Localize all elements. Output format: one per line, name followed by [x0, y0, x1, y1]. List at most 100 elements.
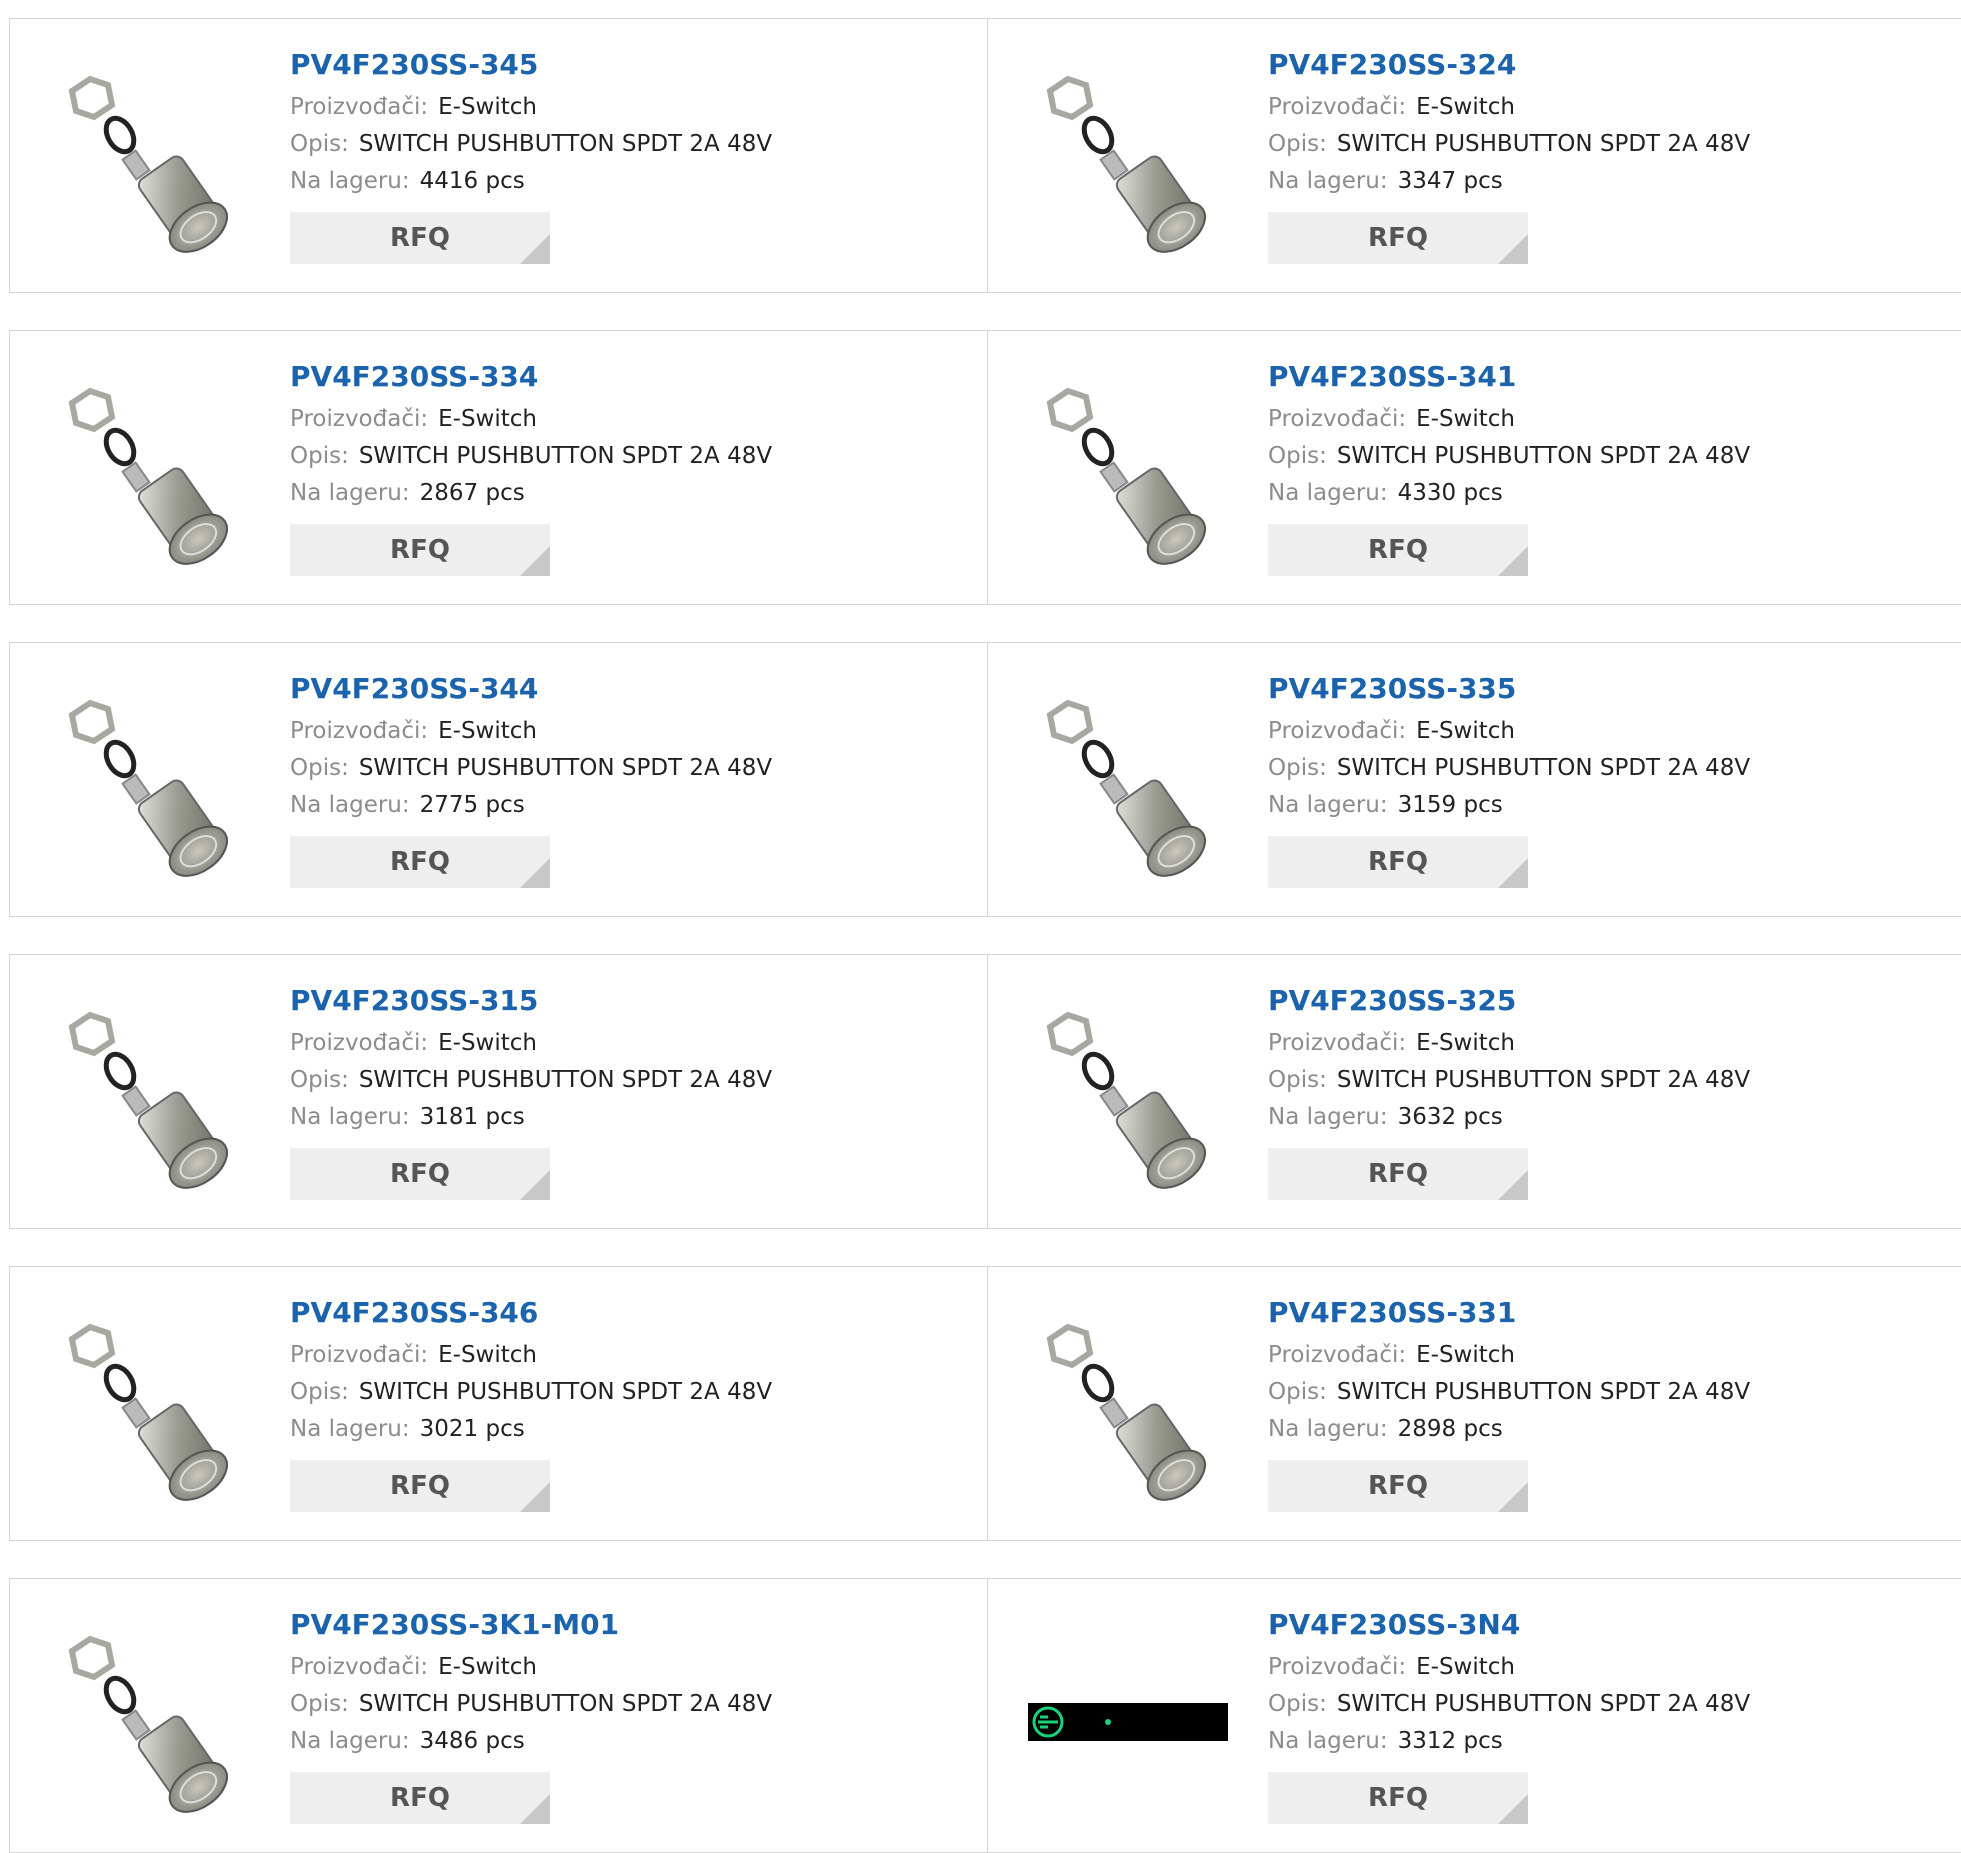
- manufacturer-label: Proizvođači:: [1268, 94, 1407, 120]
- stock-label: Na lageru:: [290, 1416, 410, 1442]
- product-card: PV4F230SS-3K1-M01 Proizvođači: E-Switch O…: [10, 1579, 988, 1852]
- description-row: Opis: SWITCH PUSHBUTTON SPDT 2A 48V: [1268, 438, 1750, 475]
- stock-label: Na lageru:: [290, 1104, 410, 1130]
- stock-value: 3312 pcs: [1397, 1728, 1503, 1754]
- rfq-button[interactable]: RFQ: [290, 836, 550, 888]
- product-info: PV4F230SS-325 Proizvođači: E-Switch Opis:…: [1268, 983, 1750, 1200]
- stock-label: Na lageru:: [1268, 1728, 1388, 1754]
- rfq-button-label: RFQ: [390, 1471, 450, 1501]
- stock-value: 4416 pcs: [419, 168, 525, 194]
- description-label: Opis:: [1268, 755, 1327, 781]
- product-title-link[interactable]: PV4F230SS-346: [290, 1295, 772, 1331]
- rfq-button-label: RFQ: [390, 535, 450, 565]
- stock-row: Na lageru: 4416 pcs: [290, 163, 772, 200]
- manufacturer-value: E-Switch: [1416, 1342, 1515, 1368]
- rfq-button[interactable]: RFQ: [1268, 1148, 1528, 1200]
- corner-triangle-icon: [1498, 1794, 1528, 1824]
- description-row: Opis: SWITCH PUSHBUTTON SPDT 2A 48V: [1268, 126, 1750, 163]
- stock-label: Na lageru:: [1268, 792, 1388, 818]
- manufacturer-value: E-Switch: [1416, 1654, 1515, 1680]
- product-title-link[interactable]: PV4F230SS-324: [1268, 47, 1750, 83]
- product-title-link[interactable]: PV4F230SS-344: [290, 671, 772, 707]
- pushbutton-switch-image[interactable]: [50, 1621, 250, 1821]
- rfq-button-label: RFQ: [1368, 535, 1428, 565]
- rfq-button[interactable]: RFQ: [1268, 836, 1528, 888]
- rfq-button[interactable]: RFQ: [290, 524, 550, 576]
- description-row: Opis: SWITCH PUSHBUTTON SPDT 2A 48V: [1268, 1062, 1750, 1099]
- rfq-button[interactable]: RFQ: [290, 1772, 550, 1824]
- description-value: SWITCH PUSHBUTTON SPDT 2A 48V: [358, 131, 773, 157]
- product-title-link[interactable]: PV4F230SS-345: [290, 47, 772, 83]
- manufacturer-label: Proizvođači:: [1268, 1342, 1407, 1368]
- product-title-link[interactable]: PV4F230SS-334: [290, 359, 772, 395]
- description-label: Opis:: [290, 1379, 349, 1405]
- product-row: PV4F230SS-345 Proizvođači: E-Switch Opis:…: [9, 18, 1961, 293]
- manufacturer-row: Proizvođači: E-Switch: [1268, 1025, 1750, 1062]
- rfq-button[interactable]: RFQ: [1268, 212, 1528, 264]
- pushbutton-switch-image[interactable]: [50, 685, 250, 885]
- manufacturer-value: E-Switch: [1416, 1030, 1515, 1056]
- manufacturer-value: E-Switch: [438, 1342, 537, 1368]
- description-label: Opis:: [1268, 131, 1327, 157]
- rfq-button[interactable]: RFQ: [1268, 1772, 1528, 1824]
- corner-triangle-icon: [520, 1170, 550, 1200]
- rfq-button[interactable]: RFQ: [1268, 524, 1528, 576]
- pushbutton-switch-image[interactable]: [50, 1309, 250, 1509]
- pushbutton-switch-image[interactable]: [1028, 373, 1228, 573]
- description-label: Opis:: [290, 1067, 349, 1093]
- description-row: Opis: SWITCH PUSHBUTTON SPDT 2A 48V: [1268, 1686, 1750, 1723]
- product-info: PV4F230SS-324 Proizvođači: E-Switch Opis:…: [1268, 47, 1750, 264]
- product-info: PV4F230SS-331 Proizvođači: E-Switch Opis:…: [1268, 1295, 1750, 1512]
- product-title-link[interactable]: PV4F230SS-3N4: [1268, 1607, 1750, 1643]
- stock-label: Na lageru:: [1268, 480, 1388, 506]
- product-info: PV4F230SS-345 Proizvođači: E-Switch Opis:…: [290, 47, 772, 264]
- manufacturer-label: Proizvođači:: [290, 1654, 429, 1680]
- corner-triangle-icon: [1498, 1482, 1528, 1512]
- product-info: PV4F230SS-3K1-M01 Proizvođači: E-Switch O…: [290, 1607, 772, 1824]
- rfq-button[interactable]: RFQ: [290, 1148, 550, 1200]
- rfq-button[interactable]: RFQ: [1268, 1460, 1528, 1512]
- rfq-button-label: RFQ: [1368, 1159, 1428, 1189]
- description-row: Opis: SWITCH PUSHBUTTON SPDT 2A 48V: [290, 1686, 772, 1723]
- description-row: Opis: SWITCH PUSHBUTTON SPDT 2A 48V: [290, 126, 772, 163]
- pushbutton-switch-image[interactable]: [1028, 1309, 1228, 1509]
- product-info: PV4F230SS-334 Proizvođači: E-Switch Opis:…: [290, 359, 772, 576]
- product-title-link[interactable]: PV4F230SS-335: [1268, 671, 1750, 707]
- stock-value: 2898 pcs: [1397, 1416, 1503, 1442]
- broken-image-placeholder[interactable]: [1028, 1621, 1228, 1821]
- pushbutton-switch-image[interactable]: [1028, 997, 1228, 1197]
- description-label: Opis:: [1268, 443, 1327, 469]
- rfq-button[interactable]: RFQ: [290, 212, 550, 264]
- rfq-button-label: RFQ: [390, 223, 450, 253]
- stock-row: Na lageru: 3159 pcs: [1268, 787, 1750, 824]
- rfq-button-label: RFQ: [1368, 847, 1428, 877]
- pushbutton-switch-image[interactable]: [50, 61, 250, 261]
- product-title-link[interactable]: PV4F230SS-315: [290, 983, 772, 1019]
- description-label: Opis:: [1268, 1379, 1327, 1405]
- pushbutton-switch-image[interactable]: [1028, 61, 1228, 261]
- stock-value: 3632 pcs: [1397, 1104, 1503, 1130]
- rfq-button-label: RFQ: [390, 847, 450, 877]
- product-info: PV4F230SS-346 Proizvođači: E-Switch Opis:…: [290, 1295, 772, 1512]
- product-title-link[interactable]: PV4F230SS-3K1-M01: [290, 1607, 772, 1643]
- description-value: SWITCH PUSHBUTTON SPDT 2A 48V: [1336, 755, 1751, 781]
- manufacturer-row: Proizvođači: E-Switch: [1268, 401, 1750, 438]
- product-card: PV4F230SS-331 Proizvođači: E-Switch Opis:…: [988, 1267, 1961, 1540]
- manufacturer-value: E-Switch: [1416, 406, 1515, 432]
- corner-triangle-icon: [520, 234, 550, 264]
- product-title-link[interactable]: PV4F230SS-325: [1268, 983, 1750, 1019]
- product-row: PV4F230SS-346 Proizvođači: E-Switch Opis:…: [9, 1266, 1961, 1541]
- pushbutton-switch-image[interactable]: [50, 997, 250, 1197]
- rfq-button-label: RFQ: [1368, 1471, 1428, 1501]
- pushbutton-switch-image[interactable]: [1028, 685, 1228, 885]
- description-row: Opis: SWITCH PUSHBUTTON SPDT 2A 48V: [290, 1374, 772, 1411]
- manufacturer-label: Proizvođači:: [290, 1342, 429, 1368]
- corner-triangle-icon: [1498, 858, 1528, 888]
- rfq-button[interactable]: RFQ: [290, 1460, 550, 1512]
- product-title-link[interactable]: PV4F230SS-331: [1268, 1295, 1750, 1331]
- pushbutton-switch-image[interactable]: [50, 373, 250, 573]
- manufacturer-value: E-Switch: [1416, 718, 1515, 744]
- product-card: PV4F230SS-334 Proizvođači: E-Switch Opis:…: [10, 331, 988, 604]
- manufacturer-label: Proizvođači:: [1268, 1654, 1407, 1680]
- product-title-link[interactable]: PV4F230SS-341: [1268, 359, 1750, 395]
